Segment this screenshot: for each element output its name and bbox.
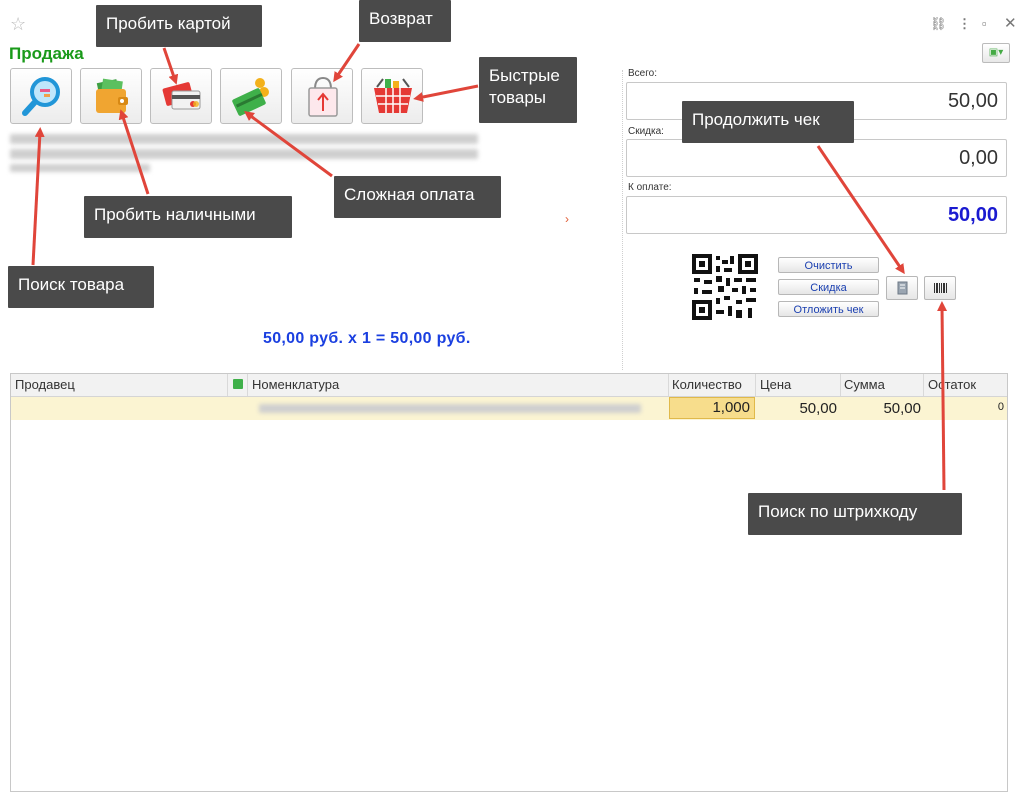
table-row[interactable]: 1,000 50,00 50,00 0 (11, 397, 1007, 420)
wallet-icon (96, 78, 128, 113)
link-icon[interactable]: ⛓ (930, 16, 947, 32)
qr-code-icon (692, 254, 758, 320)
magnifier-icon (22, 77, 60, 116)
pay-card-button[interactable] (150, 68, 212, 124)
column-quantity[interactable]: Количество (672, 377, 742, 392)
clear-button[interactable]: Очистить (778, 257, 879, 273)
sum-cell: 50,00 (883, 400, 921, 417)
basket-icon (374, 78, 412, 113)
check-document-icon (897, 281, 908, 295)
column-price[interactable]: Цена (760, 377, 791, 392)
annotation-barcode-search: Поиск по штрихкоду (748, 493, 962, 535)
return-button[interactable] (291, 68, 353, 124)
card-icon (162, 82, 201, 110)
column-separator (668, 374, 669, 396)
search-product-button[interactable] (10, 68, 72, 124)
annotation-return: Возврат (359, 0, 451, 42)
table-header: Продавец Номенклатура Количество Цена Су… (11, 374, 1007, 397)
to-pay-label: К оплате: (628, 182, 672, 193)
discount-label: Скидка: (628, 126, 664, 137)
restore-icon[interactable]: ▫ (982, 16, 987, 31)
column-separator (755, 374, 756, 396)
annotation-pay-card: Пробить картой (96, 5, 262, 47)
annotation-complex-payment: Сложная оплата (334, 176, 501, 218)
pay-cash-button[interactable] (80, 68, 142, 124)
chevron-right-icon[interactable]: › (565, 212, 569, 226)
barcode-icon (934, 283, 947, 293)
discount-field: 0,00 (626, 139, 1007, 177)
column-separator (840, 374, 841, 396)
to-pay-field: 50,00 (626, 196, 1007, 234)
column-separator (923, 374, 924, 396)
redacted-text (10, 164, 150, 172)
redacted-text (10, 134, 478, 144)
column-separator (247, 374, 248, 396)
annotation-quick-goods: Быстрые товары (479, 57, 577, 123)
column-stock[interactable]: Остаток (928, 377, 976, 392)
annotation-continue-check: Продолжить чек (682, 101, 854, 143)
bag-return-icon (308, 76, 338, 117)
form-settings-button[interactable]: ▣▾ (982, 43, 1010, 63)
favorite-star-icon[interactable]: ☆ (10, 14, 26, 35)
continue-check-button[interactable] (886, 276, 918, 300)
postpone-check-button[interactable]: Отложить чек (778, 301, 879, 317)
total-label: Всего: (628, 68, 657, 79)
column-picture-icon (233, 379, 243, 389)
barcode-search-button[interactable] (924, 276, 956, 300)
column-separator (227, 374, 228, 396)
redacted-item-name (259, 404, 641, 413)
complex-payment-button[interactable] (220, 68, 282, 124)
annotation-pay-cash: Пробить наличными (84, 196, 292, 238)
column-sum[interactable]: Сумма (844, 377, 885, 392)
price-cell: 50,00 (799, 400, 837, 417)
quick-goods-button[interactable] (361, 68, 423, 124)
annotation-search-product: Поиск товара (8, 266, 154, 308)
close-icon[interactable]: ✕ (1004, 14, 1017, 32)
quantity-cell[interactable]: 1,000 (669, 397, 755, 419)
arrow-quick-goods (413, 84, 479, 102)
redacted-text (10, 149, 478, 159)
goods-table: Продавец Номенклатура Количество Цена Су… (10, 373, 1008, 792)
coins-card-icon (232, 78, 269, 116)
summary-line: 50,00 руб. x 1 = 50,00 руб. (263, 330, 471, 347)
page-title: Продажа (9, 44, 84, 63)
column-item[interactable]: Номенклатура (252, 377, 339, 392)
divider (622, 70, 624, 370)
discount-button[interactable]: Скидка (778, 279, 879, 295)
column-seller[interactable]: Продавец (15, 377, 75, 392)
more-icon[interactable]: ⋮ (958, 16, 971, 32)
stock-cell: 0 (997, 401, 1004, 413)
